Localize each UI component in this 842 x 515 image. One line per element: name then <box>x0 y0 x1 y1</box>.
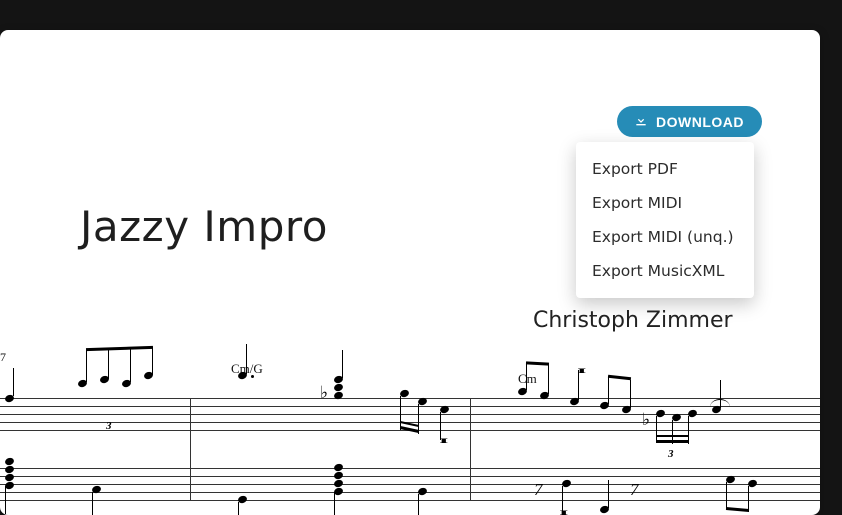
menu-item-export-midi[interactable]: Export MIDI <box>576 186 754 220</box>
menu-item-export-pdf[interactable]: Export PDF <box>576 152 754 186</box>
score-page: DOWNLOAD Export PDF Export MIDI Export M… <box>0 30 820 515</box>
bar-number-edge: 7 <box>0 350 6 365</box>
music-notation: Cm/G Cm 3 ♭ <box>0 380 820 515</box>
score-composer: Christoph Zimmer <box>533 308 733 333</box>
bass-staff <box>0 468 820 500</box>
score-title: Jazzy Impro <box>80 202 328 251</box>
tuplet-3-a: 3 <box>106 420 112 432</box>
menu-item-export-musicxml[interactable]: Export MusicXML <box>576 254 754 288</box>
menu-item-export-midi-unq[interactable]: Export MIDI (unq.) <box>576 220 754 254</box>
export-menu: Export PDF Export MIDI Export MIDI (unq.… <box>576 142 754 298</box>
tuplet-3-b: 3 <box>668 448 674 460</box>
download-icon <box>633 112 649 131</box>
chord-label-cm: Cm <box>518 371 537 387</box>
download-button[interactable]: DOWNLOAD <box>617 106 762 137</box>
download-label: DOWNLOAD <box>656 114 744 130</box>
